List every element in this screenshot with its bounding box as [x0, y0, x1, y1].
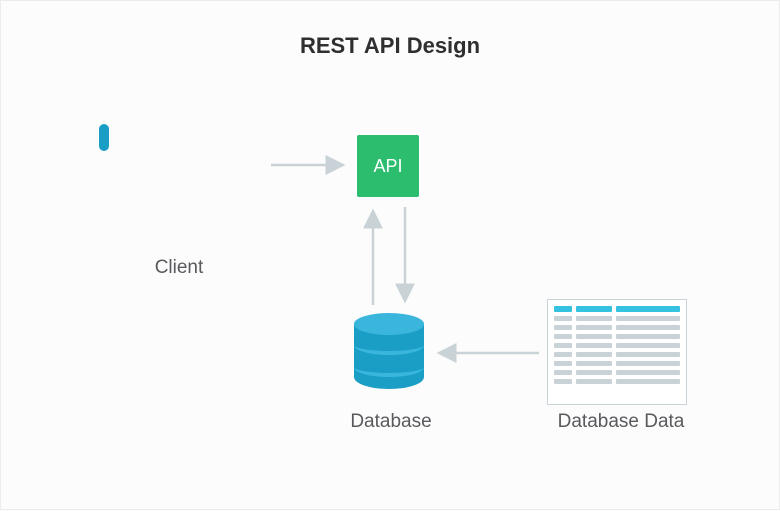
database-data-node	[547, 299, 687, 405]
diagram-stage: REST API Design Client API Database	[0, 0, 780, 510]
client-label: Client	[99, 257, 259, 279]
laptop-icon	[99, 129, 109, 146]
database-label: Database	[321, 411, 461, 433]
api-node: API	[357, 135, 419, 197]
database-data-label: Database Data	[541, 411, 701, 433]
api-label: API	[373, 156, 402, 177]
client-node	[99, 129, 259, 147]
arrows-layer	[1, 1, 780, 511]
database-node	[354, 313, 424, 399]
diagram-title: REST API Design	[1, 33, 779, 59]
table-icon	[554, 306, 680, 398]
